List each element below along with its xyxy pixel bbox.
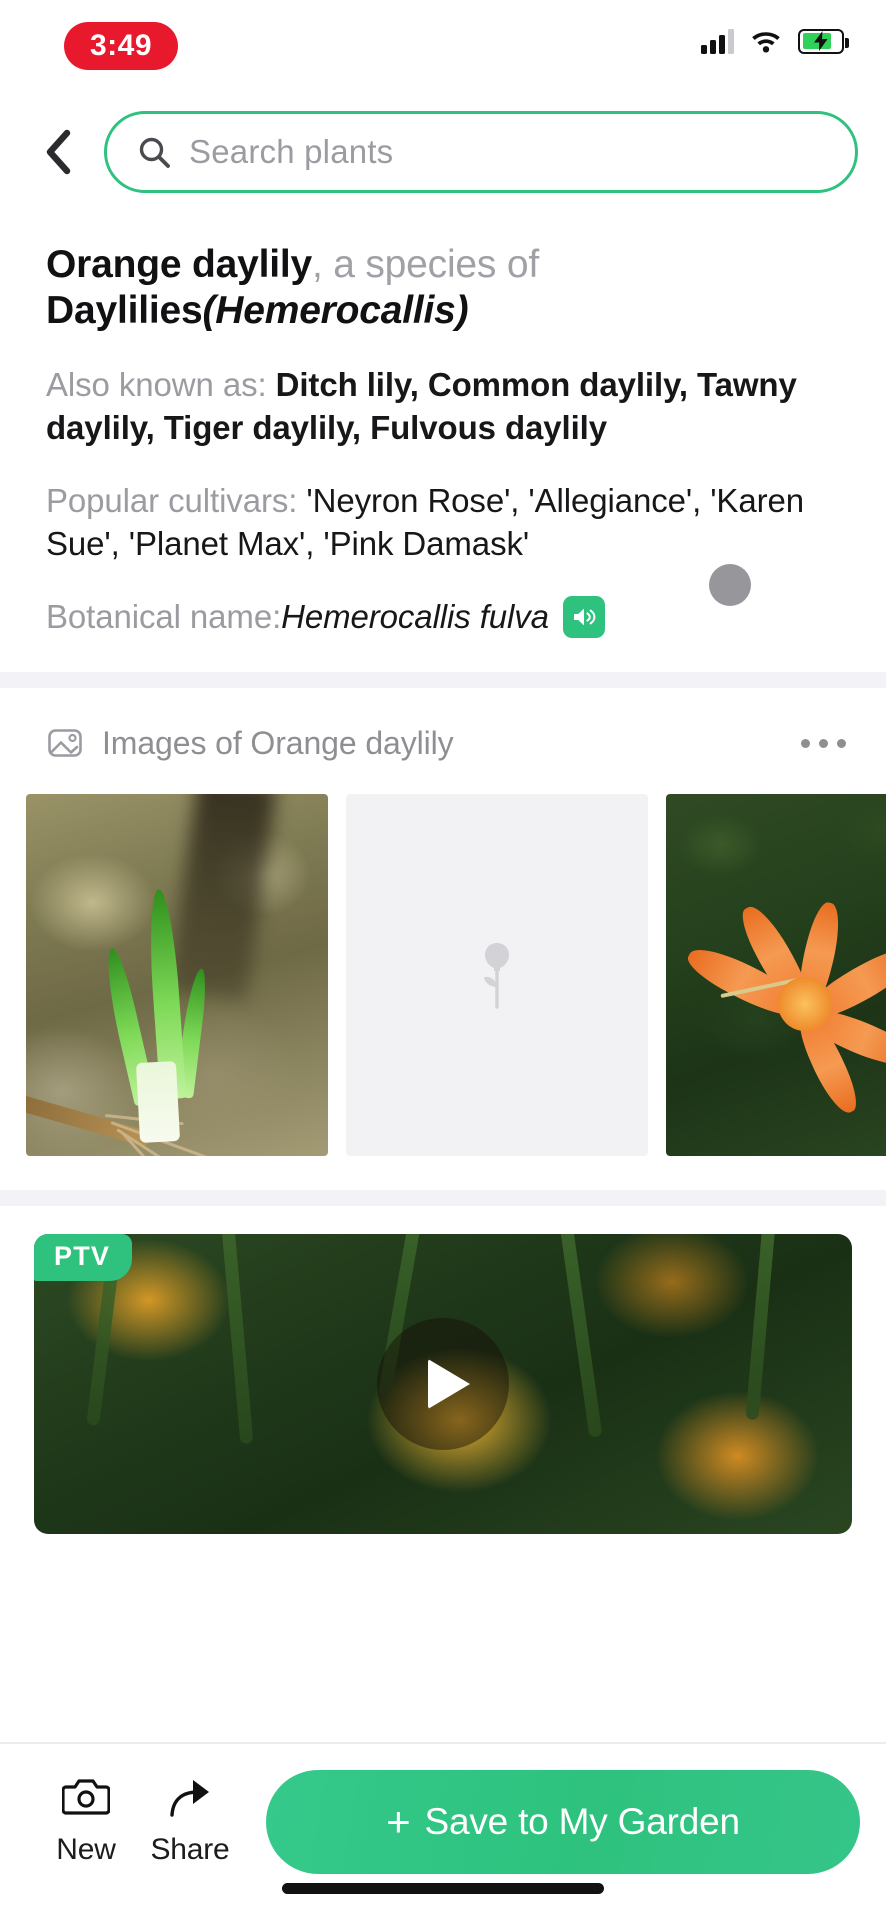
also-known-as-label: Also known as: [46, 366, 276, 404]
species-connector: , a species of [311, 243, 539, 286]
orange-daylily-bloom-photo[interactable] [666, 794, 886, 1157]
cultivars-label: Popular cultivars: [46, 481, 307, 519]
wifi-icon [750, 28, 782, 54]
orange-daylily-field-video-thumbnail[interactable]: PTV [34, 1234, 852, 1535]
plant-title-block: Orange daylily, a species of Daylilies(H… [0, 204, 886, 639]
search-placeholder: Search plants [189, 133, 394, 170]
chevron-left-icon [46, 129, 71, 175]
images-thumbnail-strip[interactable] [0, 794, 886, 1157]
status-time: 3:49 [90, 29, 153, 62]
status-bar: 3:49 [0, 0, 886, 100]
botanical-name-value: Hemerocallis fulva [281, 597, 549, 635]
orange-daylily-sprout-photo[interactable] [26, 794, 328, 1157]
botanical-name-label: Botanical name: [46, 597, 282, 635]
status-indicators [701, 28, 849, 54]
images-section-title: Images of Orange daylily [102, 724, 454, 761]
also-known-as-row: Also known as: Ditch lily, Common daylil… [46, 364, 842, 450]
save-to-my-garden-button[interactable]: + Save to My Garden [266, 1770, 860, 1874]
search-header: Search plants [0, 100, 886, 204]
back-button[interactable] [30, 124, 86, 180]
plant-common-name: Orange daylily [46, 243, 312, 286]
search-icon [139, 137, 170, 168]
new-photo-button[interactable]: New [34, 1770, 138, 1867]
home-indicator [282, 1883, 604, 1894]
phone-screen: 3:49 Search plants Orange daylily, a spe… [0, 0, 886, 1920]
photo-image-icon [48, 729, 82, 758]
plant-genus-common: Daylilies [46, 289, 203, 333]
speaker-audio-icon[interactable] [562, 596, 605, 639]
play-button[interactable] [377, 1318, 509, 1451]
bottom-action-bar: New Share + Save to My Garden [0, 1742, 886, 1920]
ptv-badge: PTV [34, 1234, 133, 1282]
battery-charging-icon [798, 28, 849, 54]
share-arrow-icon [166, 1770, 214, 1824]
plus-icon: + [386, 1798, 411, 1845]
images-section: Images of Orange daylily [0, 688, 886, 1157]
share-button[interactable]: Share [138, 1770, 242, 1867]
section-divider-2 [0, 1190, 886, 1207]
more-horizontal-icon[interactable] [791, 725, 856, 762]
images-section-header: Images of Orange daylily [0, 714, 886, 772]
share-label: Share [150, 1833, 230, 1866]
section-divider [0, 672, 886, 689]
plant-genus-scientific: (Hemerocallis) [202, 289, 469, 333]
video-section: PTV [0, 1234, 886, 1535]
flower-outline-icon [484, 943, 509, 1010]
search-input[interactable]: Search plants [104, 111, 858, 193]
save-to-my-garden-label: Save to My Garden [424, 1801, 740, 1842]
image-loading-placeholder[interactable] [346, 794, 648, 1157]
botanical-name-row: Botanical name: Hemerocallis fulva [46, 596, 842, 639]
cellular-signal-icon [701, 28, 734, 54]
new-photo-label: New [56, 1833, 116, 1866]
page-title: Orange daylily, a species of Daylilies(H… [46, 242, 842, 334]
status-time-pill: 3:49 [64, 22, 179, 70]
camera-icon [62, 1770, 110, 1824]
cultivars-row: Popular cultivars: 'Neyron Rose', 'Alleg… [46, 480, 842, 566]
play-triangle-icon [428, 1359, 470, 1410]
